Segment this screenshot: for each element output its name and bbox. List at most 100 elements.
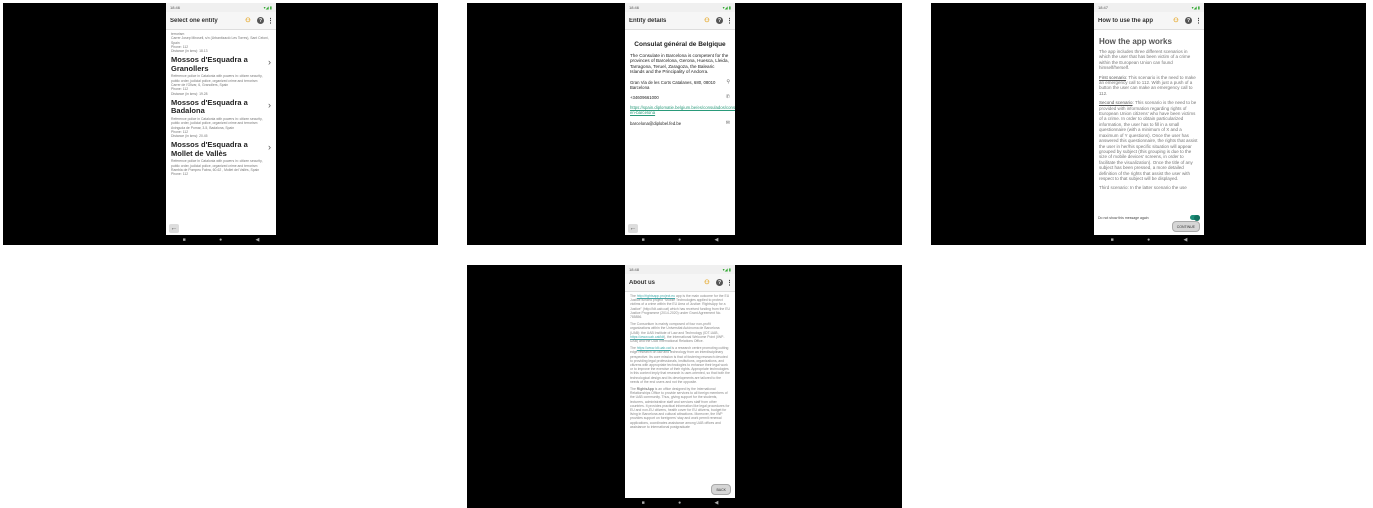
recents-icon[interactable]: ■ bbox=[183, 237, 186, 243]
app-bar: About us ⚇ ? ⋮ bbox=[625, 274, 735, 292]
back-triangle-icon[interactable]: ◀ bbox=[714, 237, 718, 243]
screenshot-panel-select-entity: 18:46 ▾◢ ▮ Select one entity ⚇ ? ⋮ terro… bbox=[3, 3, 438, 245]
person-icon[interactable]: ⚇ bbox=[1172, 17, 1180, 25]
entity-name: Mossos d'Esquadra a Granollers bbox=[171, 55, 248, 73]
status-bar: 18:48 ▾◢ ▮ bbox=[625, 265, 735, 274]
about-text: is an office designed by the Internation… bbox=[630, 387, 730, 429]
phone-icon[interactable]: ✆ bbox=[722, 94, 730, 100]
second-scenario-label: Second scenario bbox=[1099, 100, 1133, 106]
second-scenario-text: : This scenario is the need to be provid… bbox=[1099, 100, 1198, 181]
entity-description: The Consulate in Barcelona is competent … bbox=[630, 53, 729, 75]
page-title: Select one entity bbox=[170, 17, 218, 24]
entity-name: Consulat général de Belgique bbox=[634, 41, 726, 48]
page-title: Entity details bbox=[629, 17, 667, 24]
url-row[interactable]: https://spain.diplomatie.belgium.be/es/c… bbox=[630, 105, 735, 115]
person-icon[interactable]: ⚇ bbox=[703, 279, 711, 287]
page-title: How to use the app bbox=[1098, 17, 1154, 24]
entity-url-link[interactable]: https://spain.diplomatie.belgium.be/es/c… bbox=[630, 105, 735, 115]
status-time: 18:46 bbox=[629, 5, 640, 10]
android-nav-bar: ■ ● ◀ bbox=[166, 235, 276, 245]
android-nav-bar: ■ ● ◀ bbox=[625, 498, 735, 508]
entity-phone: +34609661000 bbox=[630, 95, 659, 101]
help-intro: The app includes three different scenari… bbox=[1099, 49, 1191, 71]
about-content: The http://rightsapp.project.eu app is t… bbox=[625, 292, 735, 482]
entity-description: Reference police in Catalonia with power… bbox=[171, 74, 263, 83]
back-arrow-button[interactable]: ← bbox=[169, 224, 179, 233]
dont-show-again-toggle[interactable] bbox=[1190, 214, 1200, 221]
help-icon[interactable]: ? bbox=[716, 279, 723, 286]
entity-detail-content: Consulat général de Belgique The Consula… bbox=[625, 30, 735, 235]
help-icon[interactable]: ? bbox=[716, 17, 723, 24]
about-paragraph: The http://rightsapp.project.eu app is t… bbox=[630, 294, 730, 319]
chevron-right-icon[interactable]: › bbox=[268, 143, 271, 152]
home-icon[interactable]: ● bbox=[678, 237, 681, 243]
entity-email: barcelona@diplobel.fed.be bbox=[630, 120, 682, 126]
phone-screen: 18:46 ▾◢ ▮ Entity details ⚇ ? ⋮ Consulat… bbox=[625, 3, 735, 245]
entity-distance: Distance (in kms): 19.28 bbox=[171, 91, 208, 96]
back-button[interactable]: BACK bbox=[711, 484, 731, 495]
status-icons: ▾◢ ▮ bbox=[722, 267, 731, 272]
entity-name: Mossos d'Esquadra a Mollet de Vallès bbox=[171, 140, 248, 158]
help-second-scenario: Second scenario: This scenario is the ne… bbox=[1099, 100, 1199, 181]
phone-screen: 18:46 ▾◢ ▮ Select one entity ⚇ ? ⋮ terro… bbox=[166, 3, 276, 245]
back-triangle-icon[interactable]: ◀ bbox=[714, 500, 718, 506]
map-pin-icon[interactable]: ⚲ bbox=[722, 79, 730, 85]
continue-button[interactable]: CONTINUE bbox=[1171, 221, 1200, 232]
entity-description: Reference police in Catalonia with power… bbox=[171, 116, 263, 126]
overflow-menu-icon[interactable]: ⋮ bbox=[267, 17, 274, 25]
status-time: 18:46 bbox=[170, 5, 181, 10]
home-icon[interactable]: ● bbox=[1147, 237, 1150, 243]
dont-show-again-row[interactable]: Do not show this message again bbox=[1098, 214, 1200, 221]
home-icon[interactable]: ● bbox=[678, 500, 681, 506]
recents-icon[interactable]: ■ bbox=[1111, 237, 1114, 243]
dont-show-again-label: Do not show this message again bbox=[1098, 215, 1149, 220]
recents-icon[interactable]: ■ bbox=[642, 500, 645, 506]
status-bar: 18:46 ▾◢ ▮ bbox=[625, 3, 735, 12]
phone-screen: 18:48 ▾◢ ▮ About us ⚇ ? ⋮ The http://rig… bbox=[625, 265, 735, 508]
home-icon[interactable]: ● bbox=[219, 237, 222, 243]
about-text: is a research centre promoting cutting e… bbox=[630, 346, 730, 384]
status-bar: 18:46 ▾◢ ▮ bbox=[166, 3, 276, 12]
about-paragraph: The https://www.idt.uab.cat is a researc… bbox=[630, 346, 730, 384]
android-nav-bar: ■ ● ◀ bbox=[1094, 235, 1204, 245]
entity-description: Reference police in Catalonia with power… bbox=[171, 159, 263, 168]
person-icon[interactable]: ⚇ bbox=[244, 17, 252, 25]
list-item[interactable]: Mossos d'Esquadra a Mollet de Vallès › Re… bbox=[171, 140, 271, 177]
entity-list: terrorism Carrer Josep Mirosell, s/n (Ur… bbox=[166, 30, 276, 235]
entity-title: Mossos d'Esquadra a Granollers › bbox=[171, 56, 271, 73]
overflow-menu-icon[interactable]: ⋮ bbox=[1195, 17, 1202, 25]
entity-distance: Distance (in kms): 20.45 bbox=[171, 134, 208, 139]
back-arrow-button[interactable]: ← bbox=[628, 224, 638, 233]
page-title: About us bbox=[629, 279, 655, 286]
status-bar: 18:47 ▾◢ ▮ bbox=[1094, 3, 1204, 12]
person-icon[interactable]: ⚇ bbox=[703, 17, 711, 25]
list-item-text: Distance (in kms): 18.13 bbox=[171, 49, 208, 54]
chevron-right-icon[interactable]: › bbox=[268, 101, 271, 110]
list-item[interactable]: Mossos d'Esquadra a Badalona › Reference … bbox=[171, 98, 271, 139]
help-icon[interactable]: ? bbox=[1185, 17, 1192, 24]
overflow-menu-icon[interactable]: ⋮ bbox=[726, 279, 733, 287]
app-bar: Select one entity ⚇ ? ⋮ bbox=[166, 12, 276, 30]
phone-row[interactable]: +34609661000 ✆ bbox=[630, 94, 730, 101]
help-icon[interactable]: ? bbox=[257, 17, 264, 24]
recents-icon[interactable]: ■ bbox=[642, 237, 645, 243]
about-paragraph: The Consortium is mainly composed of fou… bbox=[630, 322, 730, 343]
list-item[interactable]: Mossos d'Esquadra a Granollers › Referenc… bbox=[171, 56, 271, 96]
chevron-right-icon[interactable]: › bbox=[268, 58, 271, 67]
help-heading: How the app works bbox=[1099, 37, 1172, 46]
status-icons: ▾◢ ▮ bbox=[263, 5, 272, 10]
help-third-scenario: Third scenario: In the latter scenario t… bbox=[1099, 185, 1187, 191]
list-item-text: Carrer Josep Mirosell, s/n (Urbanització… bbox=[171, 36, 269, 45]
phone-screen: 18:47 ▾◢ ▮ How to use the app ⚇ ? ⋮ How … bbox=[1094, 3, 1204, 245]
status-time: 18:48 bbox=[629, 267, 640, 272]
entity-address: Gran Via de les Corts Catalanes, 680, 08… bbox=[630, 79, 716, 90]
address-row[interactable]: Gran Via de les Corts Catalanes, 680, 08… bbox=[630, 79, 730, 90]
overflow-menu-icon[interactable]: ⋮ bbox=[726, 17, 733, 25]
about-paragraph: The RightsApp is an office designed by t… bbox=[630, 387, 730, 429]
mail-icon[interactable]: ✉ bbox=[722, 120, 730, 126]
help-first-scenario: First scenario: This scenario is the nee… bbox=[1099, 75, 1199, 97]
back-triangle-icon[interactable]: ◀ bbox=[255, 237, 259, 243]
screenshot-panel-how-to-use: 18:47 ▾◢ ▮ How to use the app ⚇ ? ⋮ How … bbox=[931, 3, 1366, 245]
back-triangle-icon[interactable]: ◀ bbox=[1183, 237, 1187, 243]
email-row[interactable]: barcelona@diplobel.fed.be ✉ bbox=[630, 120, 730, 126]
